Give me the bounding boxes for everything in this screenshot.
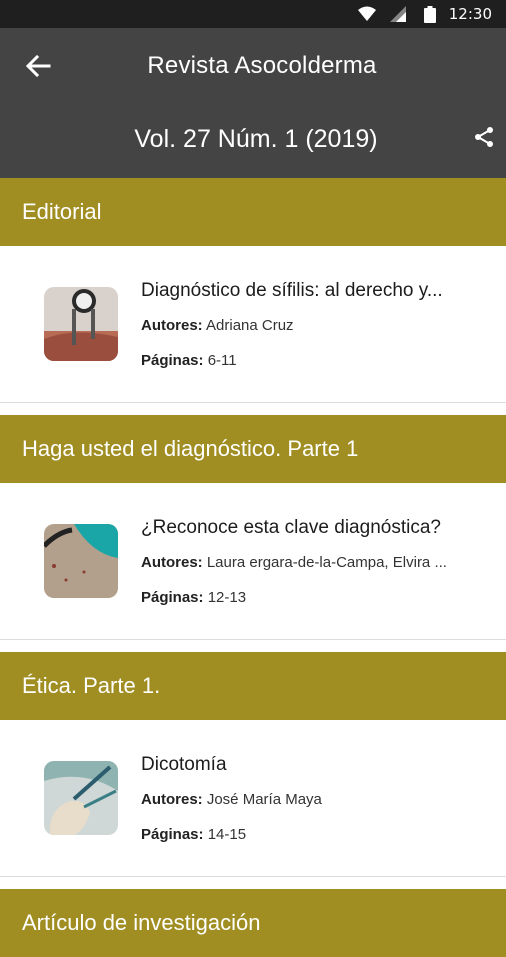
article-title: ¿Reconoce esta clave diagnóstica? bbox=[141, 517, 441, 538]
battery-icon bbox=[424, 6, 436, 23]
section-header: Ética. Parte 1. bbox=[0, 652, 506, 720]
divider bbox=[0, 403, 506, 415]
section-header: Artículo de investigación bbox=[0, 889, 506, 957]
authors-label: Autores: bbox=[141, 791, 203, 808]
pages-label: Páginas: bbox=[141, 589, 204, 606]
divider bbox=[0, 640, 506, 652]
issue-title: Vol. 27 Núm. 1 (2019) bbox=[134, 125, 378, 153]
pages-label: Páginas: bbox=[141, 352, 204, 369]
authors-value: Laura ergara-de-la-Campa, Elvira ... bbox=[206, 554, 447, 571]
article-pages: Páginas: 6-11 bbox=[141, 352, 481, 369]
article-title: Dicotomía bbox=[141, 754, 227, 775]
article-card[interactable]: ¿Reconoce esta clave diagnóstica? Autore… bbox=[0, 483, 506, 640]
pages-value: 12-13 bbox=[207, 589, 247, 606]
article-card[interactable]: Dicotomía Autores: José María Maya Págin… bbox=[0, 720, 506, 877]
article-pages: Páginas: 12-13 bbox=[141, 589, 481, 606]
article-pages: Páginas: 14-15 bbox=[141, 826, 481, 843]
section-header: Editorial bbox=[0, 178, 506, 246]
authors-value: José María Maya bbox=[206, 791, 322, 808]
article-authors: Autores: José María Maya bbox=[141, 791, 481, 808]
pages-label: Páginas: bbox=[141, 826, 204, 843]
authors-value: Adriana Cruz bbox=[206, 317, 294, 334]
wifi-icon bbox=[358, 6, 376, 21]
article-authors: Autores: Adriana Cruz bbox=[141, 317, 481, 334]
status-bar: 12:30 bbox=[0, 0, 506, 28]
divider bbox=[0, 877, 506, 889]
signal-icon bbox=[390, 6, 406, 22]
app-title: Revista Asocolderma bbox=[147, 52, 377, 79]
article-thumbnail bbox=[44, 761, 118, 835]
authors-label: Autores: bbox=[141, 554, 203, 571]
pages-value: 14-15 bbox=[207, 826, 247, 843]
authors-label: Autores: bbox=[141, 317, 203, 334]
article-title: Diagnóstico de sífilis: al derecho y... bbox=[141, 280, 443, 301]
article-list: Editorial Diagnóstico de sífilis: al der… bbox=[0, 178, 506, 957]
pages-value: 6-11 bbox=[207, 352, 237, 369]
article-card[interactable]: Diagnóstico de sífilis: al derecho y... … bbox=[0, 246, 506, 403]
article-thumbnail bbox=[44, 524, 118, 598]
status-time: 12:30 bbox=[448, 5, 492, 23]
app-bar: Revista Asocolderma Vol. 27 Núm. 1 (2019… bbox=[0, 28, 506, 178]
article-authors: Autores: Laura ergara-de-la-Campa, Elvir… bbox=[141, 554, 481, 571]
section-header: Haga usted el diagnóstico. Parte 1 bbox=[0, 415, 506, 483]
share-icon[interactable] bbox=[472, 125, 496, 149]
article-thumbnail bbox=[44, 287, 118, 361]
